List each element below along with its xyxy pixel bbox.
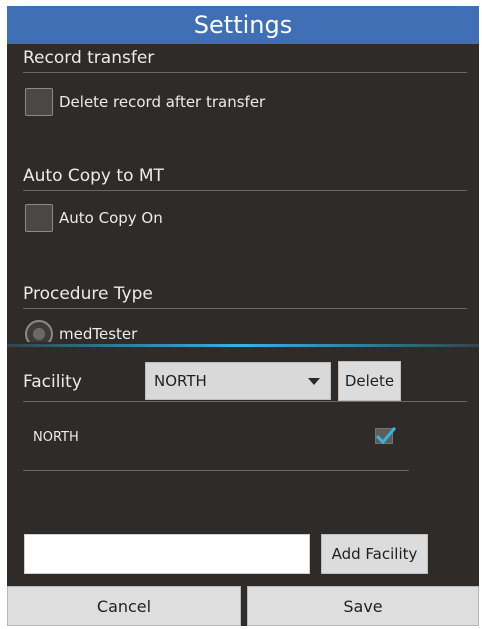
cancel-button[interactable]: Cancel	[7, 586, 241, 626]
facility-dropdown[interactable]: NORTH	[145, 362, 331, 400]
facility-divider	[23, 401, 467, 402]
page-title: Settings	[7, 6, 479, 44]
medtester-label: medTester	[59, 325, 138, 342]
medtester-option[interactable]: medTester	[25, 320, 137, 342]
scroll-edge-divider	[7, 344, 479, 347]
delete-record-label: Delete record after transfer	[59, 93, 266, 111]
add-facility-button[interactable]: Add Facility	[321, 534, 428, 574]
medtester-radio[interactable]	[25, 320, 53, 342]
section-divider	[23, 72, 467, 73]
auto-copy-option[interactable]: Auto Copy On	[25, 204, 163, 232]
save-button[interactable]: Save	[247, 586, 479, 626]
section-divider	[23, 190, 467, 191]
facility-selected-value: NORTH	[154, 372, 207, 390]
delete-record-option[interactable]: Delete record after transfer	[25, 88, 265, 116]
facility-list-item[interactable]: NORTH	[23, 424, 409, 471]
record-transfer-heading: Record transfer	[23, 48, 155, 68]
section-divider	[23, 308, 467, 309]
settings-dialog: Settings Record transfer Delete record a…	[7, 6, 479, 626]
delete-record-checkbox[interactable]	[25, 88, 53, 116]
procedure-type-heading: Procedure Type	[23, 284, 153, 304]
settings-scroll-area[interactable]: Record transfer Delete record after tran…	[7, 44, 479, 342]
facility-label: Facility	[23, 372, 82, 392]
chevron-down-icon	[308, 378, 320, 385]
delete-facility-button[interactable]: Delete	[338, 361, 401, 401]
auto-copy-heading: Auto Copy to MT	[23, 166, 164, 186]
auto-copy-label: Auto Copy On	[59, 209, 163, 227]
auto-copy-checkbox[interactable]	[25, 204, 53, 232]
new-facility-input[interactable]	[24, 534, 310, 574]
facility-item-name: NORTH	[33, 430, 79, 445]
checkmark-icon[interactable]	[375, 426, 397, 445]
